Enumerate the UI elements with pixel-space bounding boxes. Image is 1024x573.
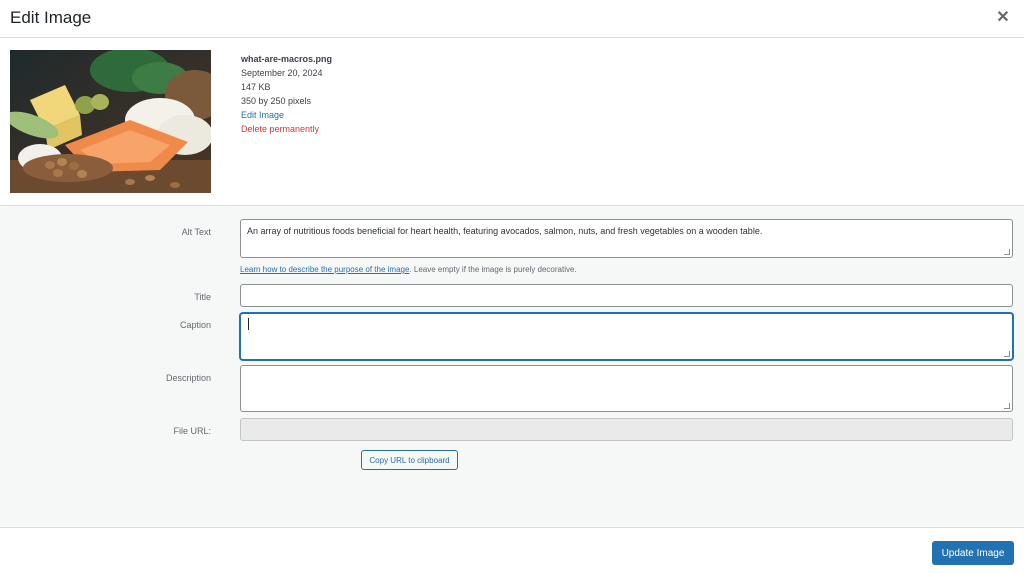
attachment-details: what-are-macros.png September 20, 2024 1… (0, 38, 1024, 206)
delete-permanently-link[interactable]: Delete permanently (241, 122, 332, 136)
close-icon: ✕ (996, 9, 1010, 26)
caption-resize-handle[interactable] (1004, 351, 1010, 357)
modal-title: Edit Image (10, 8, 92, 27)
title-input[interactable] (240, 284, 1013, 307)
description-resize-handle[interactable] (1004, 403, 1010, 409)
alt-text-resize-handle[interactable] (1004, 249, 1010, 255)
modal-header: Edit Image ✕ (0, 0, 1024, 38)
alt-text-help-text: . Leave empty if the image is purely dec… (409, 265, 577, 274)
image-thumbnail (10, 50, 211, 193)
alt-text-help: Learn how to describe the purpose of the… (240, 265, 577, 274)
alt-text-input[interactable]: An array of nutritious foods beneficial … (240, 219, 1013, 258)
edit-image-link[interactable]: Edit Image (241, 108, 332, 122)
attachment-settings: Alt Text An array of nutritious foods be… (0, 206, 1024, 528)
file-url-input[interactable] (240, 418, 1013, 441)
upload-date: September 20, 2024 (241, 68, 323, 78)
alt-text-help-link[interactable]: Learn how to describe the purpose of the… (240, 265, 409, 274)
text-cursor (248, 318, 249, 330)
description-input[interactable] (240, 365, 1013, 412)
file-meta: what-are-macros.png September 20, 2024 1… (241, 52, 332, 136)
title-label: Title (194, 292, 211, 302)
file-url-label: File URL: (173, 426, 211, 436)
description-label: Description (165, 373, 211, 383)
image-dimensions: 350 by 250 pixels (241, 96, 312, 106)
caption-label: Caption (179, 320, 211, 330)
update-image-button[interactable]: Update Image (932, 541, 1014, 565)
caption-input[interactable] (240, 313, 1013, 360)
food-image (10, 50, 211, 193)
close-button[interactable]: ✕ (994, 9, 1012, 27)
file-name: what-are-macros.png (241, 54, 333, 64)
file-size: 147 KB (241, 82, 271, 92)
modal-footer: Update Image (0, 528, 1024, 573)
copy-url-button[interactable]: Copy URL to clipboard (361, 450, 458, 470)
alt-text-label: Alt Text (181, 227, 211, 237)
